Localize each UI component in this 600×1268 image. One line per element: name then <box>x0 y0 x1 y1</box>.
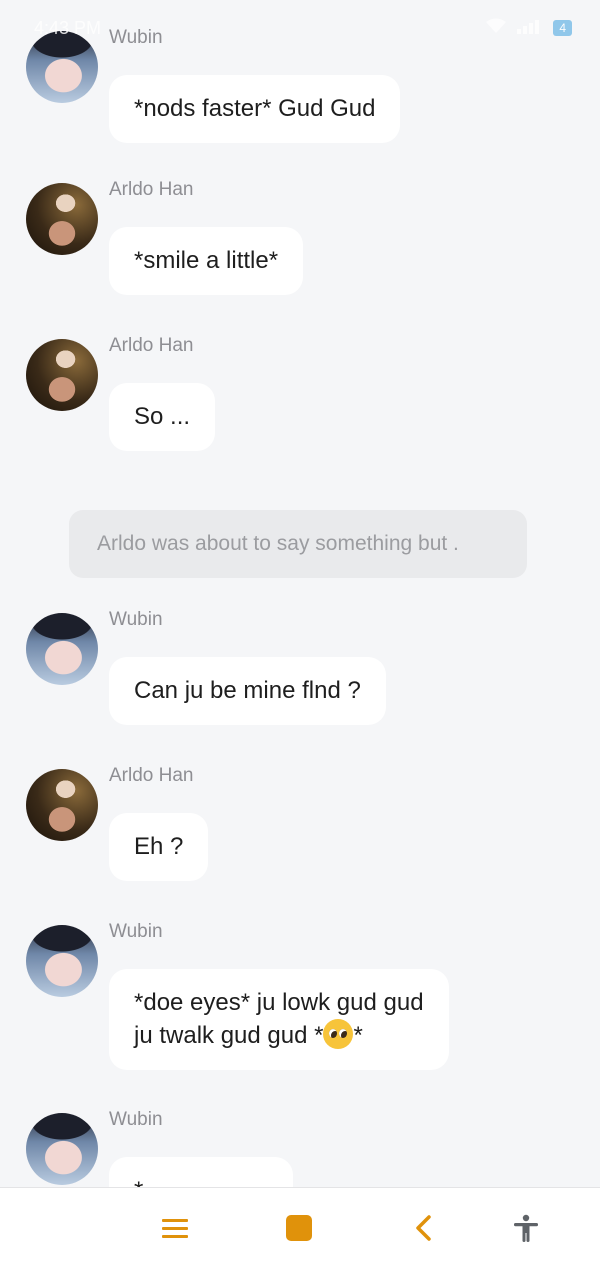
sender-name: Wubin <box>109 1109 163 1130</box>
message-bubble[interactable]: Eh ? <box>109 813 209 881</box>
message-bubble[interactable]: * <box>109 1157 293 1187</box>
avatar[interactable] <box>26 769 98 841</box>
sender-name: Wubin <box>109 921 163 942</box>
pleading-face-emoji-icon <box>323 1019 354 1049</box>
back-button[interactable] <box>404 1208 444 1248</box>
bottom-navigation-bar <box>0 1187 600 1268</box>
message-text-line2: ju twalk gud gud * * <box>134 1019 424 1052</box>
menu-icon <box>162 1219 188 1238</box>
sender-name: Arldo Han <box>109 765 194 786</box>
menu-button[interactable] <box>155 1208 195 1248</box>
sender-name: Arldo Han <box>109 335 194 356</box>
sender-name: Wubin <box>109 609 163 630</box>
narration-bubble[interactable]: Arldo was about to say something but . <box>69 510 527 578</box>
avatar[interactable] <box>26 613 98 685</box>
message-bubble[interactable]: So ... <box>109 383 216 451</box>
accessibility-button[interactable] <box>506 1208 546 1248</box>
back-chevron-icon <box>416 1215 431 1241</box>
avatar[interactable] <box>26 925 98 997</box>
message-text: * <box>134 1177 143 1187</box>
message-text: So ... <box>134 403 191 430</box>
avatar[interactable] <box>26 1113 98 1185</box>
chat-log[interactable]: Wubin *nods faster* Gud Gud Arldo Han *s… <box>0 0 600 1187</box>
message-bubble[interactable]: *doe eyes* ju lowk gud gud ju twalk gud … <box>109 969 449 1070</box>
message-text: *doe eyes* ju lowk gud gud <box>134 989 424 1016</box>
avatar[interactable] <box>26 31 98 103</box>
message-text: *smile a little* <box>134 247 279 274</box>
message-bubble[interactable]: *smile a little* <box>109 227 304 295</box>
message-text: * <box>353 1022 363 1049</box>
accessibility-icon <box>514 1214 538 1242</box>
message-bubble[interactable]: *nods faster* Gud Gud <box>109 75 401 143</box>
sender-name: Arldo Han <box>109 179 194 200</box>
narration-text: Arldo was about to say something but . <box>97 532 459 555</box>
sender-name: Wubin <box>109 27 163 48</box>
message-text: ju twalk gud gud * <box>134 1022 324 1049</box>
avatar[interactable] <box>26 339 98 411</box>
message-text: Can ju be mine flnd ? <box>134 677 361 704</box>
avatar[interactable] <box>26 183 98 255</box>
message-text: Eh ? <box>134 833 184 860</box>
home-square-icon <box>286 1215 312 1241</box>
message-bubble[interactable]: Can ju be mine flnd ? <box>109 657 386 725</box>
home-button[interactable] <box>279 1208 319 1248</box>
message-text: *nods faster* Gud Gud <box>134 95 376 122</box>
